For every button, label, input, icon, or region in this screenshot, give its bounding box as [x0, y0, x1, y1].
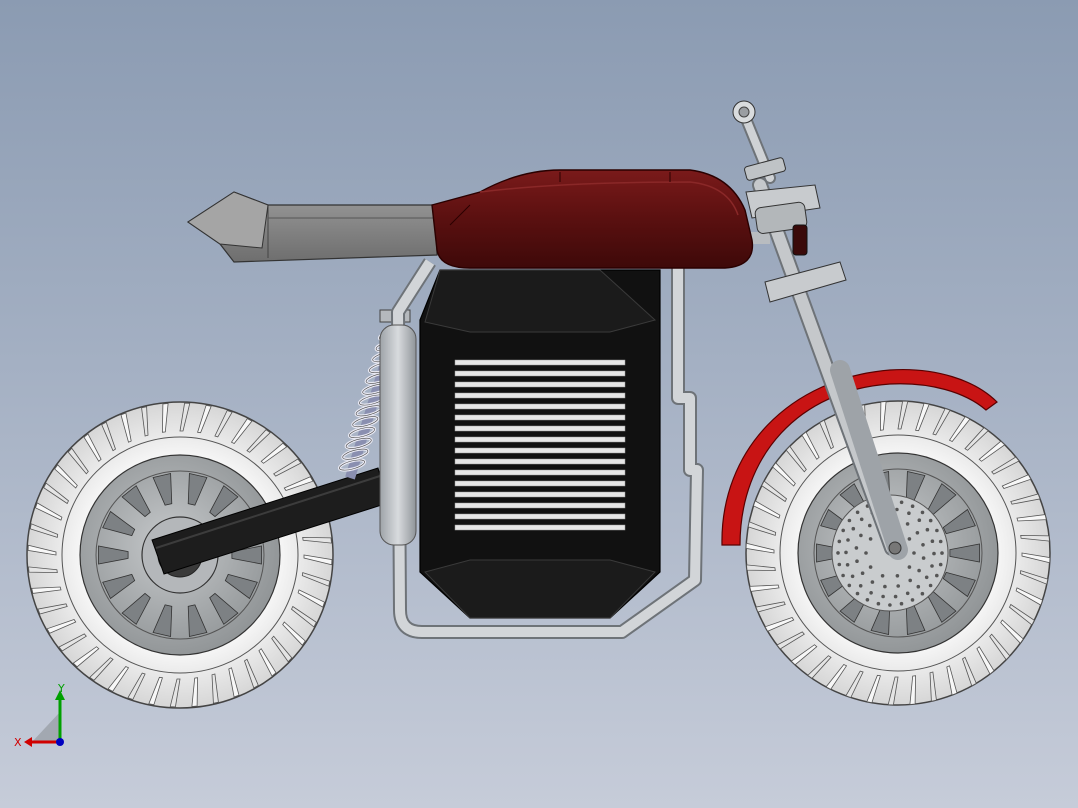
disc-hole: [841, 573, 845, 578]
disc-hole: [905, 522, 910, 526]
disc-hole: [855, 591, 860, 596]
disc-hole: [935, 573, 939, 578]
cooling-fin: [454, 524, 626, 531]
disc-hole: [855, 559, 859, 563]
triad-y-label: Y: [57, 682, 65, 695]
disc-hole: [916, 584, 921, 589]
disc-hole: [932, 551, 936, 556]
disc-hole: [917, 518, 922, 522]
motorcycle-model[interactable]: [0, 0, 1078, 808]
disc-hole: [938, 562, 943, 567]
cooling-fin: [454, 414, 626, 421]
triad-x-label: X: [14, 736, 22, 749]
disc-hole: [837, 562, 842, 567]
disc-hole: [846, 538, 850, 542]
disc-hole: [868, 523, 872, 528]
disc-hole: [888, 603, 892, 607]
disc-hole: [899, 601, 904, 606]
cooling-fin: [454, 491, 626, 498]
cooling-fin: [454, 513, 626, 520]
cooling-fin: [454, 381, 626, 388]
disc-hole: [851, 526, 856, 531]
disc-hole: [915, 531, 920, 535]
disc-hole: [907, 511, 911, 515]
disc-hole: [869, 591, 873, 595]
disc-hole: [881, 594, 885, 599]
disc-hole: [880, 574, 885, 578]
disc-hole: [850, 574, 855, 579]
disc-hole: [893, 594, 898, 599]
cooling-fin: [454, 436, 626, 443]
disc-hole: [854, 546, 859, 550]
exhaust-canister[interactable]: [379, 324, 417, 546]
disc-hole: [865, 598, 870, 602]
disc-hole: [841, 528, 845, 533]
headlight-mount[interactable]: [792, 224, 808, 256]
disc-hole: [920, 510, 925, 515]
disc-hole: [870, 580, 875, 584]
cooling-fin: [454, 370, 626, 377]
cooling-fin: [454, 425, 626, 432]
cooling-fin: [454, 392, 626, 399]
disc-hole: [858, 584, 863, 588]
cooling-fin: [454, 469, 626, 476]
disc-hole: [920, 591, 925, 596]
disc-hole: [935, 528, 939, 533]
disc-hole: [895, 574, 900, 578]
disc-hole: [924, 575, 929, 580]
disc-hole: [868, 537, 873, 541]
disc-hole: [876, 601, 881, 606]
battery-pack[interactable]: [419, 269, 661, 619]
disc-hole: [930, 539, 935, 543]
disc-hole: [845, 563, 850, 567]
disc-hole: [910, 598, 915, 602]
cooling-fin: [454, 458, 626, 465]
disc-hole: [907, 565, 912, 569]
cooling-fin: [454, 359, 626, 366]
cooling-fin: [454, 502, 626, 509]
disc-hole: [847, 518, 852, 523]
triad-x-arrow: [24, 737, 32, 747]
disc-hole: [940, 551, 944, 555]
disc-hole: [868, 565, 873, 569]
cad-graphics-viewport[interactable]: X Y: [0, 0, 1078, 808]
disc-hole: [912, 551, 916, 555]
disc-hole: [899, 500, 904, 505]
disc-hole: [859, 517, 864, 522]
disc-hole: [908, 578, 912, 583]
disc-hole: [864, 551, 868, 555]
disc-hole: [855, 510, 860, 515]
triad-plane: [32, 712, 60, 742]
disc-hole: [896, 584, 900, 588]
disc-hole: [921, 556, 926, 560]
disc-hole: [938, 539, 943, 544]
disc-hole: [910, 504, 915, 509]
disc-hole: [837, 539, 842, 544]
disc-hole: [928, 583, 933, 588]
cooling-fin: [454, 447, 626, 454]
disc-hole: [930, 564, 934, 568]
handlebar[interactable]: [732, 100, 786, 184]
disc-hole: [860, 571, 865, 575]
disc-hole: [847, 583, 852, 588]
disc-hole: [925, 527, 930, 532]
view-orientation-triad[interactable]: X Y: [10, 682, 90, 762]
upper-triple-clamp[interactable]: [745, 184, 821, 234]
disc-hole: [905, 591, 910, 596]
disc-hole: [907, 537, 912, 541]
cooling-fin: [454, 480, 626, 487]
triad-z-axis: [56, 738, 64, 746]
disc-hole: [883, 584, 887, 589]
disc-hole: [921, 543, 925, 547]
disc-hole: [859, 533, 863, 538]
disc-hole: [836, 551, 840, 555]
cooling-fin: [454, 403, 626, 410]
seat-tail-section[interactable]: [186, 191, 438, 263]
disc-hole: [844, 550, 848, 555]
tank-cover[interactable]: [431, 169, 754, 269]
disc-hole: [917, 568, 921, 573]
disc-hole: [928, 518, 933, 523]
